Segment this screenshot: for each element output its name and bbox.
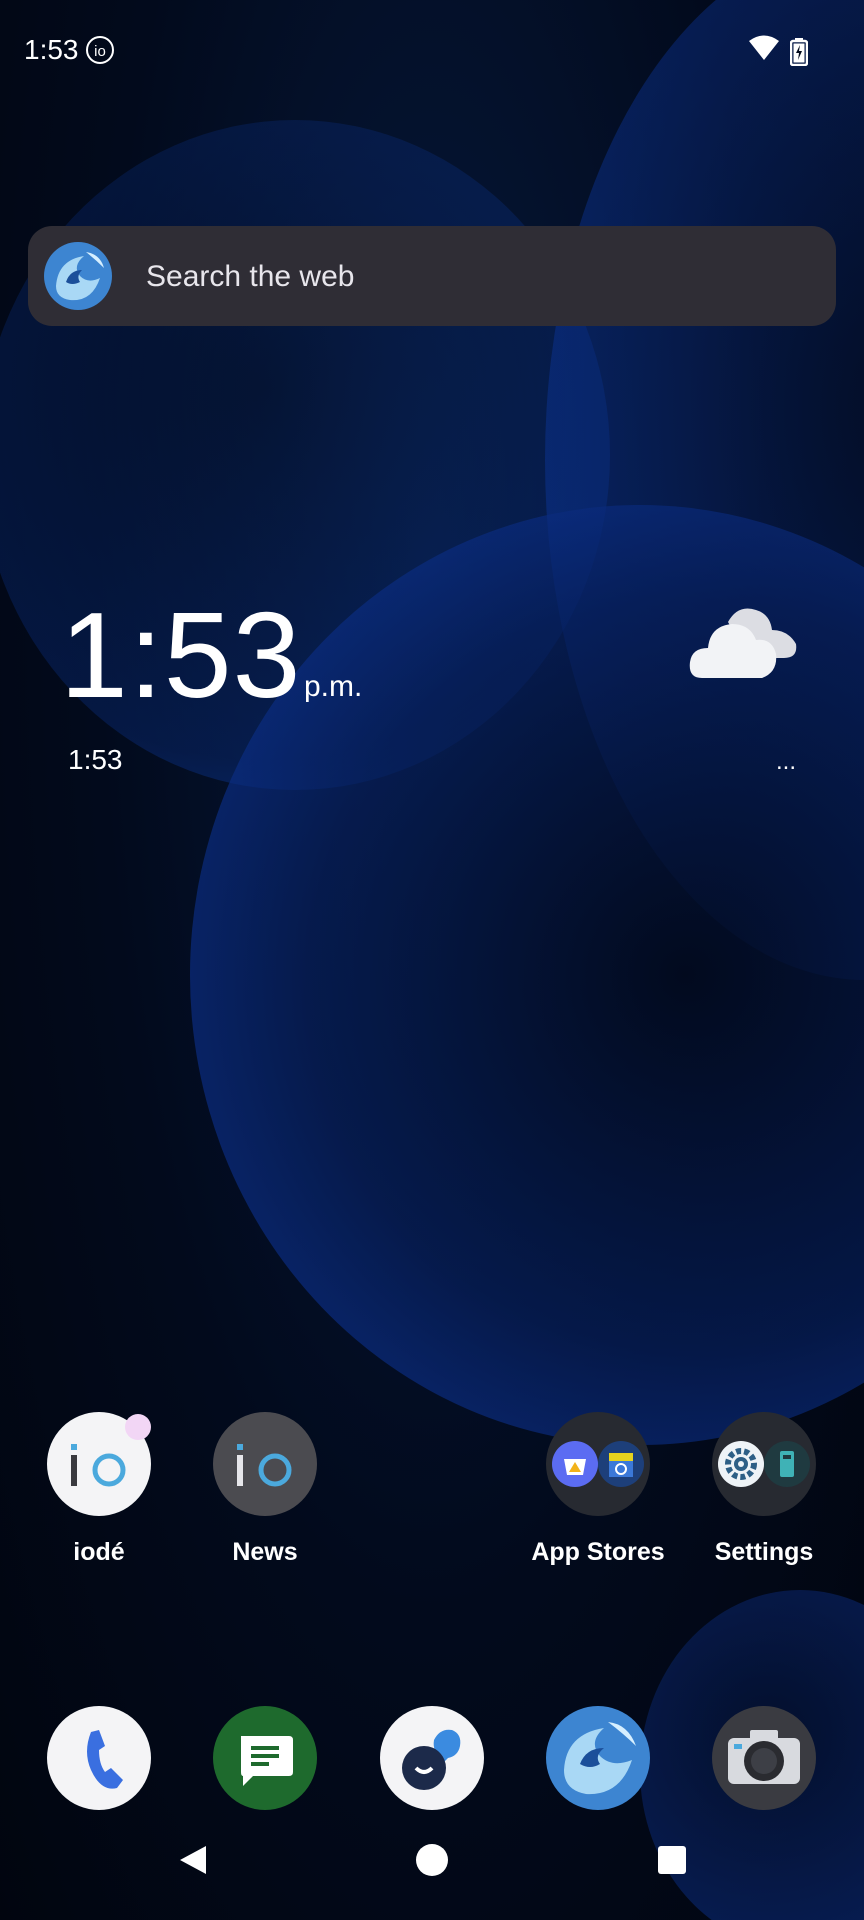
status-time: 1:53: [24, 34, 79, 65]
gear-icon: [718, 1441, 764, 1487]
news-app-icon: [213, 1412, 317, 1516]
wifi-icon: [749, 35, 779, 60]
status-bar: 1:53 io: [0, 0, 864, 100]
app-store-icon: [552, 1441, 598, 1487]
app-label: News: [232, 1538, 298, 1566]
app-label: iodé: [73, 1538, 125, 1566]
app-stores-folder-icon: [546, 1412, 650, 1516]
fdroid-icon: [598, 1441, 644, 1487]
iode-app-icon: [47, 1412, 151, 1516]
notification-dot: [125, 1414, 151, 1440]
home-button[interactable]: [412, 1840, 452, 1880]
clock-secondary-time: 1:53: [68, 744, 123, 775]
phone-icon[interactable]: [47, 1706, 151, 1810]
browser-logo-icon: [44, 242, 112, 310]
weather-more[interactable]: ...: [776, 748, 796, 776]
battery-charging-icon: [790, 38, 808, 66]
messages-icon[interactable]: [213, 1706, 317, 1810]
settings-folder-icon: [712, 1412, 816, 1516]
device-icon: [764, 1441, 810, 1487]
folder-app-stores[interactable]: App Stores: [518, 1412, 678, 1567]
back-button[interactable]: [172, 1840, 212, 1880]
chat-icon[interactable]: [380, 1706, 484, 1810]
cloud-icon[interactable]: [688, 600, 798, 680]
browser-icon[interactable]: [546, 1706, 650, 1810]
app-news[interactable]: News: [185, 1412, 345, 1567]
app-iode[interactable]: iodé: [19, 1412, 179, 1567]
clock-ampm: p.m.: [304, 670, 363, 703]
app-label: Settings: [714, 1538, 814, 1566]
folder-settings[interactable]: Settings: [684, 1412, 844, 1567]
io-badge: io: [86, 36, 114, 64]
clock-time[interactable]: 1:53: [60, 585, 301, 725]
search-bar[interactable]: Search the web: [28, 226, 836, 326]
camera-icon[interactable]: [712, 1706, 816, 1810]
app-label: App Stores: [531, 1538, 665, 1566]
search-placeholder: Search the web: [146, 260, 355, 293]
io-logo-icon: [71, 1444, 126, 1487]
io-logo-icon: [237, 1444, 292, 1487]
recents-button[interactable]: [652, 1840, 692, 1880]
